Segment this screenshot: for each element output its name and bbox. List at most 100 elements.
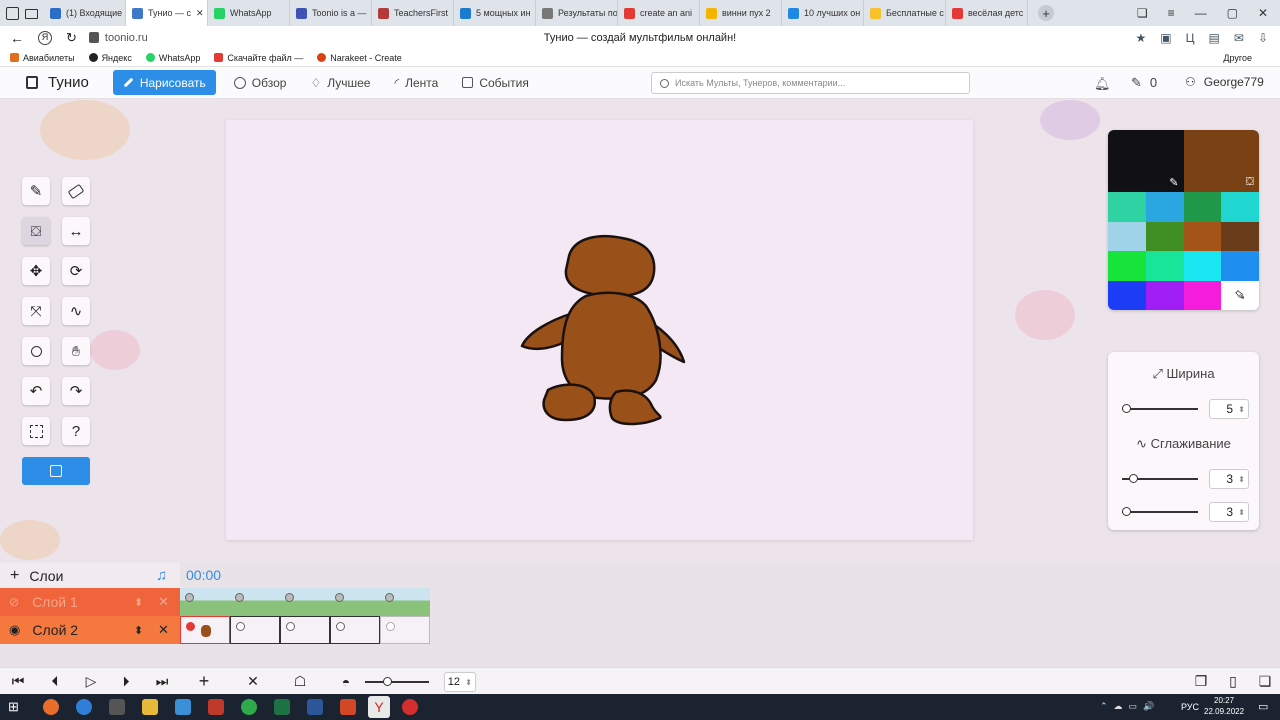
opacity-slider[interactable]: [1121, 507, 1198, 516]
move-tool[interactable]: ✥: [22, 257, 50, 285]
mail-icon[interactable]: [175, 699, 191, 715]
chrome-icon[interactable]: [241, 699, 257, 715]
browser-tab[interactable]: create an ani: [618, 0, 700, 26]
save-button[interactable]: [22, 457, 90, 485]
primary-color-swatch[interactable]: ✎: [1108, 130, 1184, 192]
windows-start-icon[interactable]: ⊞: [8, 699, 24, 715]
reorder-icon[interactable]: ⬍: [134, 596, 143, 609]
bookmark-whatsapp[interactable]: WhatsApp: [145, 53, 200, 63]
edge-icon[interactable]: [76, 699, 92, 715]
draw-button[interactable]: Нарисовать: [112, 70, 216, 95]
yandex-browser-icon[interactable]: Y: [368, 696, 390, 718]
logo-text[interactable]: Тунио: [48, 74, 89, 91]
fps-slider-knob[interactable]: [383, 677, 393, 686]
browser-tab[interactable]: Toonio is a —: [290, 0, 372, 26]
add-frame-button[interactable]: +: [191, 668, 217, 695]
opacity-slider-knob[interactable]: [1121, 507, 1131, 516]
frame-4[interactable]: [330, 616, 380, 644]
excel-icon[interactable]: [274, 699, 290, 715]
nav-best[interactable]: ♢ Лучшее: [310, 76, 370, 90]
file-explorer-icon[interactable]: [142, 699, 158, 715]
eraser-tool[interactable]: [62, 177, 90, 205]
bookmark-aviabilety[interactable]: Авиабилеты: [10, 53, 75, 63]
browser-tab[interactable]: 10 лучших он: [782, 0, 864, 26]
width-slider-knob[interactable]: [1121, 404, 1131, 413]
color-swatch[interactable]: [1183, 221, 1222, 251]
powerpoint-icon[interactable]: [340, 699, 356, 715]
pencil-counter[interactable]: ✎ 0: [1131, 75, 1157, 91]
browser-tab[interactable]: WhatsApp: [208, 0, 290, 26]
color-swatch[interactable]: [1221, 251, 1259, 281]
bookmark-download[interactable]: Скачайте файл —: [214, 53, 303, 63]
color-swatch[interactable]: [1145, 221, 1184, 251]
keyframe-dot[interactable]: [236, 622, 245, 631]
delete-layer-icon[interactable]: ✕: [158, 622, 169, 638]
keyframe-dot[interactable]: [186, 622, 195, 631]
first-frame-button[interactable]: ⏮: [5, 668, 31, 695]
next-frame-button[interactable]: ⏵: [113, 668, 139, 695]
color-swatch[interactable]: [1145, 192, 1184, 222]
word-icon[interactable]: [307, 699, 323, 715]
yandex-y-icon[interactable]: Я: [38, 30, 52, 45]
folder-icon[interactable]: [25, 8, 38, 19]
bookmarks-panel-icon[interactable]: ❏: [1137, 6, 1148, 20]
back-icon[interactable]: ←: [10, 30, 24, 46]
browser-tab[interactable]: Бесплатные с: [864, 0, 946, 26]
nav-feed[interactable]: ◜ Лента: [394, 76, 438, 90]
fill-tool[interactable]: ⛋: [22, 217, 50, 245]
bell-icon[interactable]: 🔔︎: [1094, 76, 1111, 92]
extension-icon-3[interactable]: ▤: [1209, 31, 1220, 45]
browser-tab[interactable]: Результаты по: [536, 0, 618, 26]
add-layer-icon[interactable]: +: [10, 567, 19, 585]
keyframe-dot[interactable]: [385, 593, 394, 602]
notifications-icon[interactable]: ▭: [1258, 700, 1268, 713]
keyframe-dot[interactable]: [185, 593, 194, 602]
keyframe-dot[interactable]: [286, 622, 295, 631]
extension-icon-1[interactable]: ▣: [1160, 31, 1171, 45]
browser-tab[interactable]: TeachersFirst: [372, 0, 454, 26]
browser-tab[interactable]: винни пух 2: [700, 0, 782, 26]
browser-tab[interactable]: 5 мощных ин: [454, 0, 536, 26]
paste-frame-button[interactable]: ▯: [1220, 668, 1246, 695]
redo-button[interactable]: ↷: [62, 377, 90, 405]
onion-skin-button[interactable]: ☖: [287, 668, 313, 695]
keyframe-dot[interactable]: [285, 593, 294, 602]
duplicate-frame-button[interactable]: ❏: [1252, 668, 1278, 695]
color-swatch[interactable]: [1108, 221, 1146, 251]
color-swatch[interactable]: [1221, 221, 1259, 251]
delete-frame-button[interactable]: ✕: [240, 668, 266, 695]
reload-icon[interactable]: ↻: [66, 30, 77, 46]
color-swatch[interactable]: [1183, 251, 1222, 281]
fullscreen-button[interactable]: [22, 417, 50, 445]
firefox-icon[interactable]: [43, 699, 59, 715]
user-menu[interactable]: ⚇ George779: [1185, 75, 1264, 89]
browser-tab[interactable]: Тунио — с ✕: [126, 0, 208, 26]
color-swatch[interactable]: [1108, 192, 1146, 222]
home-icon[interactable]: [6, 6, 19, 20]
frame-5[interactable]: [380, 616, 430, 644]
layer-row-2[interactable]: ◉ Слой 2 ⬍ ✕: [0, 616, 180, 644]
fps-input[interactable]: 12: [444, 672, 476, 692]
color-swatch[interactable]: [1108, 280, 1146, 310]
keyframe-dot[interactable]: [235, 593, 244, 602]
bookmark-narakeet[interactable]: Narakeet - Create: [317, 53, 402, 63]
opacity-input[interactable]: 3: [1209, 502, 1249, 522]
color-swatch[interactable]: [1145, 251, 1184, 281]
keyframe-dot[interactable]: [335, 593, 344, 602]
close-window-icon[interactable]: ✕: [1258, 6, 1268, 20]
nav-events[interactable]: События: [462, 76, 529, 90]
search-input[interactable]: Искать Мульты, Тунеров, комментарии...: [651, 72, 970, 94]
keyframe-dot[interactable]: [386, 622, 395, 631]
color-swatch[interactable]: [1108, 251, 1146, 281]
scale-tool[interactable]: ⤧: [22, 297, 50, 325]
maximize-icon[interactable]: ▢: [1227, 6, 1238, 20]
hand-tool[interactable]: ✋︎: [62, 337, 90, 365]
undo-button[interactable]: ↶: [22, 377, 50, 405]
help-button[interactable]: ?: [62, 417, 90, 445]
play-button[interactable]: ▷: [78, 668, 104, 695]
music-note-icon[interactable]: ♫: [156, 567, 167, 584]
extension-icon-2[interactable]: Ц: [1186, 31, 1195, 45]
eye-icon[interactable]: ◉: [9, 622, 20, 638]
keyframe-dot[interactable]: [336, 622, 345, 631]
close-tab-icon[interactable]: ✕: [196, 8, 204, 19]
